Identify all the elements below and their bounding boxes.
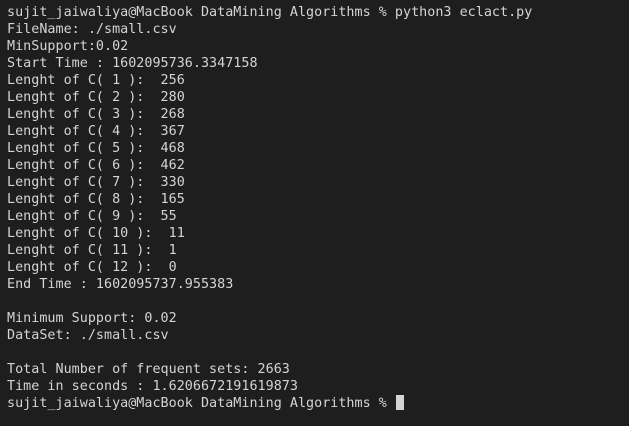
output-line: Lenght of C( 9 ): 55	[7, 209, 177, 224]
output-line: FileName: ./small.csv	[7, 22, 177, 37]
output-line-blank	[7, 293, 629, 310]
output-line: Lenght of C( 6 ): 462	[7, 158, 185, 173]
output-line: Total Number of frequent sets: 2663	[7, 362, 290, 377]
output-line: DataSet: ./small.csv	[7, 328, 169, 343]
terminal-window[interactable]: sujit_jaiwaliya@MacBook DataMining Algor…	[0, 0, 629, 426]
output-line: Lenght of C( 1 ): 256	[7, 73, 185, 88]
output-line: Time in seconds : 1.6206672191619873	[7, 379, 298, 394]
prompt-line[interactable]: sujit_jaiwaliya@MacBook DataMining Algor…	[7, 395, 629, 412]
output-line: Lenght of C( 7 ): 330	[7, 175, 185, 190]
command-line: sujit_jaiwaliya@MacBook DataMining Algor…	[7, 5, 533, 20]
output-line: Lenght of C( 3 ): 268	[7, 107, 185, 122]
output-line: Lenght of C( 4 ): 367	[7, 124, 185, 139]
output-line: Lenght of C( 2 ): 280	[7, 90, 185, 105]
output-line: Lenght of C( 10 ): 11	[7, 226, 185, 241]
output-line: Lenght of C( 12 ): 0	[7, 260, 177, 275]
shell-prompt: sujit_jaiwaliya@MacBook DataMining Algor…	[7, 396, 395, 411]
output-line: Lenght of C( 8 ): 165	[7, 192, 185, 207]
output-line: Lenght of C( 11 ): 1	[7, 243, 177, 258]
output-line: Start Time : 1602095736.3347158	[7, 56, 258, 71]
output-line: MinSupport:0.02	[7, 39, 129, 54]
output-line: End Time : 1602095737.955383	[7, 277, 234, 292]
output-line: Lenght of C( 5 ): 468	[7, 141, 185, 156]
output-line-blank	[7, 344, 629, 361]
output-line: Minimum Support: 0.02	[7, 311, 177, 326]
text-cursor[interactable]	[395, 395, 404, 410]
